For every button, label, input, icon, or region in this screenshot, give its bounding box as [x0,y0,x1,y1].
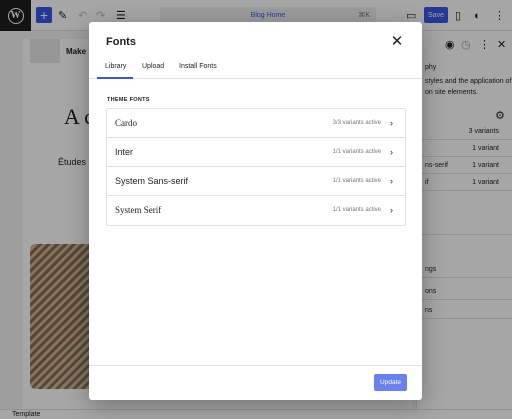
modal-title: Fonts [106,36,136,48]
font-variants: 1/1 variants active [332,149,381,155]
active-tab-indicator [97,77,133,79]
chevron-right-icon: › [390,176,393,186]
font-item-system-serif[interactable]: System Serif 1/1 variants active › [107,196,405,225]
tab-upload[interactable]: Upload [142,63,164,70]
font-name: Inter [115,147,134,157]
update-button[interactable]: Update [374,374,407,391]
chevron-right-icon: › [390,205,393,215]
chevron-right-icon: › [390,147,393,157]
font-name: System Serif [115,205,162,215]
font-variants: 3/3 variants active [332,120,381,126]
theme-fonts-list: Cardo 3/3 variants active › Inter 1/1 va… [106,108,406,226]
font-item-cardo[interactable]: Cardo 3/3 variants active › [107,109,405,138]
fonts-modal: Fonts ✕ Library Upload Install Fonts THE… [89,22,422,400]
font-variants: 1/1 variants active [332,178,381,184]
font-item-inter[interactable]: Inter 1/1 variants active › [107,138,405,167]
tab-library[interactable]: Library [105,63,126,70]
font-name: System Sans-serif [115,176,189,186]
fonts-tabs: Library Upload Install Fonts [89,56,422,79]
font-name: Cardo [115,118,137,128]
font-variants: 1/1 variants active [332,207,381,213]
modal-footer-divider [89,365,422,366]
tab-install-fonts[interactable]: Install Fonts [179,63,217,70]
close-icon[interactable]: ✕ [389,34,405,50]
font-item-system-sans-serif[interactable]: System Sans-serif 1/1 variants active › [107,167,405,196]
theme-fonts-label: THEME FONTS [107,97,150,103]
chevron-right-icon: › [390,118,393,128]
